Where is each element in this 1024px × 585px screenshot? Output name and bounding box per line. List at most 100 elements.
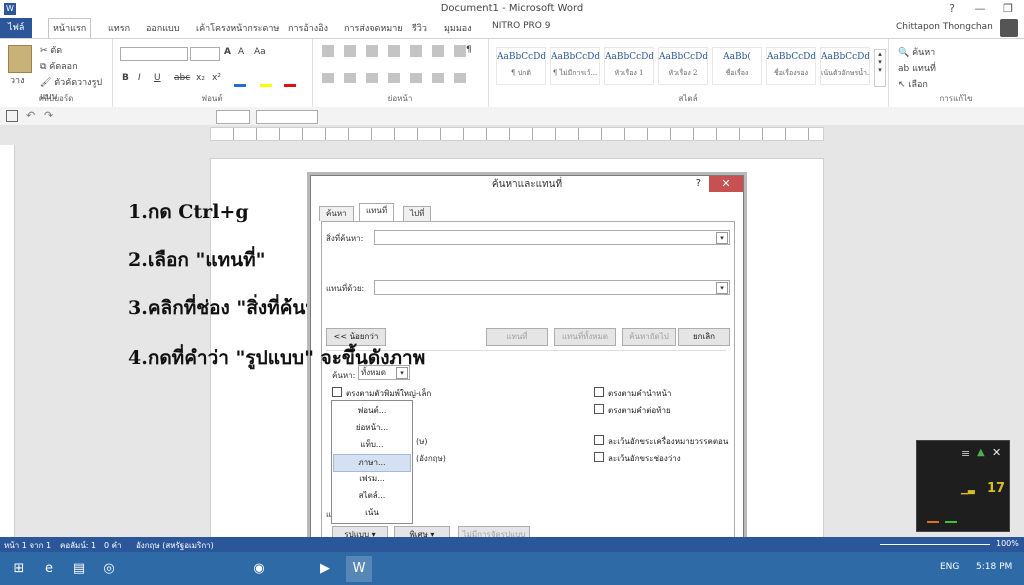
select-button[interactable]: ↖ เลือก xyxy=(898,77,928,91)
styles-scroll[interactable]: ▴ ▾ ▾ xyxy=(874,49,886,87)
style-gallery-item[interactable]: AaBbCcDdE หัวเรื่อง 2 xyxy=(658,47,708,85)
replace-all-button[interactable]: แทนที่ทั้งหมด xyxy=(554,328,616,346)
ignore-punct-checkbox[interactable]: ละเว้นอักขระเครื่องหมายวรรคตอน xyxy=(594,435,728,448)
strike-button[interactable]: abc xyxy=(174,73,190,83)
tab-home[interactable]: หน้าแรก xyxy=(48,18,92,39)
minimize-button[interactable]: — xyxy=(966,0,994,18)
match-prefix-checkbox[interactable]: ตรงตามคำนำหน้า xyxy=(594,387,671,400)
tab-view[interactable]: มุมมอง xyxy=(440,21,476,35)
undo-icon[interactable]: ↶ xyxy=(26,109,35,122)
replace-button[interactable]: ab แทนที่ xyxy=(898,61,936,75)
text-effects-icon[interactable] xyxy=(234,73,246,87)
tab-find[interactable]: ค้นหา xyxy=(319,206,354,221)
chrome-icon[interactable]: ◎ xyxy=(96,556,122,582)
tab-mailings[interactable]: การส่งจดหมาย xyxy=(340,21,407,35)
dialog-help-button[interactable]: ? xyxy=(696,176,701,192)
find-button[interactable]: 🔍 ค้นหา xyxy=(898,45,935,59)
zoom-level[interactable]: 100% xyxy=(996,539,1019,548)
chevron-down-icon[interactable]: ▾ xyxy=(716,282,728,294)
tab-replace[interactable]: แทนที่ xyxy=(359,203,395,222)
start-icon[interactable]: ⊞ xyxy=(6,556,32,582)
ignore-space-checkbox[interactable]: ละเว้นอักขระช่องว่าง xyxy=(594,452,681,465)
tab-file[interactable]: ไฟล์ xyxy=(0,18,33,38)
replace-one-button[interactable]: แทนที่ xyxy=(486,328,548,346)
word-count[interactable]: 0 คำ xyxy=(104,539,121,552)
copy-button[interactable]: ⧉ คัดลอก xyxy=(40,59,78,73)
match-case-checkbox[interactable]: ตรงตามตัวพิมพ์ใหญ่-เล็ก xyxy=(332,387,431,400)
close-icon[interactable]: ✕ xyxy=(992,446,1001,459)
horizontal-ruler[interactable] xyxy=(210,127,824,141)
list-buttons[interactable] xyxy=(322,45,472,57)
cancel-button[interactable]: ยกเลิก xyxy=(678,328,730,346)
tab-references[interactable]: การอ้างอิง xyxy=(284,21,332,35)
user-name[interactable]: Chittapon Thongchan xyxy=(896,22,993,32)
tab-nitro[interactable]: NITRO PRO 9 xyxy=(488,21,554,31)
style-gallery-item[interactable]: AaBbCcDdI ชื่อเรื่องรอง xyxy=(766,47,816,85)
avatar[interactable] xyxy=(1000,19,1018,37)
italic-button[interactable]: I xyxy=(138,73,141,83)
group-label: สไตล์ xyxy=(678,94,698,103)
menu-item-style[interactable]: สไตล์... xyxy=(332,488,412,504)
font-color-icon[interactable] xyxy=(284,73,296,87)
menu-icon[interactable]: ≡ xyxy=(961,447,970,460)
page-count[interactable]: หน้า 1 จาก 1 xyxy=(4,539,51,552)
menu-item-font[interactable]: ฟอนต์... xyxy=(332,403,412,419)
up-arrow-icon[interactable]: ▲ xyxy=(977,447,985,458)
find-next-button[interactable]: ค้นหาถัดไป xyxy=(622,328,676,346)
language-status[interactable]: อังกฤษ (สหรัฐอเมริกา) xyxy=(136,539,214,552)
pilcrow-icon[interactable]: ¶ xyxy=(466,45,472,55)
menu-item-frame[interactable]: เฟรม... xyxy=(332,471,412,487)
tab-insert[interactable]: แทรก xyxy=(104,21,134,35)
column-count[interactable]: คอลัมน์: 1 xyxy=(60,539,96,552)
app-icon[interactable]: ◉ xyxy=(246,556,272,582)
align-buttons[interactable] xyxy=(322,73,472,83)
tab-goto[interactable]: ไปที่ xyxy=(403,206,432,221)
dialog-close-button[interactable]: ✕ xyxy=(709,176,743,192)
tab-layout[interactable]: เค้าโครงหน้ากระดาษ xyxy=(192,21,283,35)
underline-button[interactable]: U xyxy=(154,73,161,83)
style-name: เน้นตัวอักษรน้ำ... xyxy=(821,69,869,77)
replace-input[interactable]: ▾ xyxy=(374,280,730,295)
media-icon[interactable]: ▶ xyxy=(312,556,338,582)
match-suffix-checkbox[interactable]: ตรงตามคำต่อท้าย xyxy=(594,404,671,417)
chevron-down-icon[interactable]: ▾ xyxy=(716,232,728,244)
save-icon[interactable] xyxy=(6,110,18,122)
style-gallery-item[interactable]: AaBbCcDd หัวเรื่อง 1 xyxy=(604,47,654,85)
font-size-combo[interactable] xyxy=(190,47,220,61)
input-language[interactable]: ENG xyxy=(940,562,959,572)
highlight-icon[interactable] xyxy=(260,73,272,87)
restore-button[interactable]: ❐ xyxy=(994,0,1022,18)
grow-font-button[interactable]: A xyxy=(224,47,231,57)
folder-icon[interactable]: ▤ xyxy=(66,556,92,582)
word-taskbar-icon[interactable]: W xyxy=(346,556,372,582)
shrink-font-button[interactable]: A xyxy=(238,47,244,57)
ie-icon[interactable]: e xyxy=(36,556,62,582)
toolbar-combo-2[interactable] xyxy=(256,110,318,124)
subscript-button[interactable]: x₂ xyxy=(196,73,205,83)
zoom-slider[interactable] xyxy=(880,544,990,545)
cut-button[interactable]: ✂ ตัด xyxy=(40,43,62,57)
menu-item-highlight[interactable]: เน้น xyxy=(332,505,412,521)
style-gallery-item[interactable]: AaBbCcDd ¶ ปกติ xyxy=(496,47,546,85)
group-paragraph: ¶ ย่อหน้า xyxy=(312,39,489,107)
redo-icon[interactable]: ↷ xyxy=(44,109,53,122)
superscript-button[interactable]: x² xyxy=(212,73,221,83)
menu-item-paragraph[interactable]: ย่อหน้า... xyxy=(332,420,412,436)
find-input[interactable]: ▾ xyxy=(374,230,730,245)
style-gallery-item[interactable]: AaBbCcDd ¶ ไม่มีการเว้... xyxy=(550,47,600,85)
font-name-combo[interactable] xyxy=(120,47,188,61)
toolbar-combo-1[interactable] xyxy=(216,110,250,124)
style-preview: AaBbCcDd xyxy=(497,52,545,62)
tab-review[interactable]: รีวิว xyxy=(408,21,431,35)
change-case-button[interactable]: Aa xyxy=(254,47,266,57)
vertical-ruler[interactable] xyxy=(0,145,15,537)
tab-design[interactable]: ออกแบบ xyxy=(142,21,184,35)
clock[interactable]: 5:18 PM xyxy=(976,562,1012,572)
menu-item-tabs[interactable]: แท็บ... xyxy=(332,437,412,453)
paste-button[interactable]: วาง xyxy=(10,73,25,87)
menu-item-language[interactable]: ภาษา... xyxy=(333,454,411,472)
style-gallery-item[interactable]: AaBb(ชื่อเรื่อง xyxy=(712,47,762,85)
bold-button[interactable]: B xyxy=(122,73,129,83)
help-button[interactable]: ? xyxy=(938,0,966,18)
style-gallery-item[interactable]: AaBbCcDd เน้นตัวอักษรน้ำ... xyxy=(820,47,870,85)
